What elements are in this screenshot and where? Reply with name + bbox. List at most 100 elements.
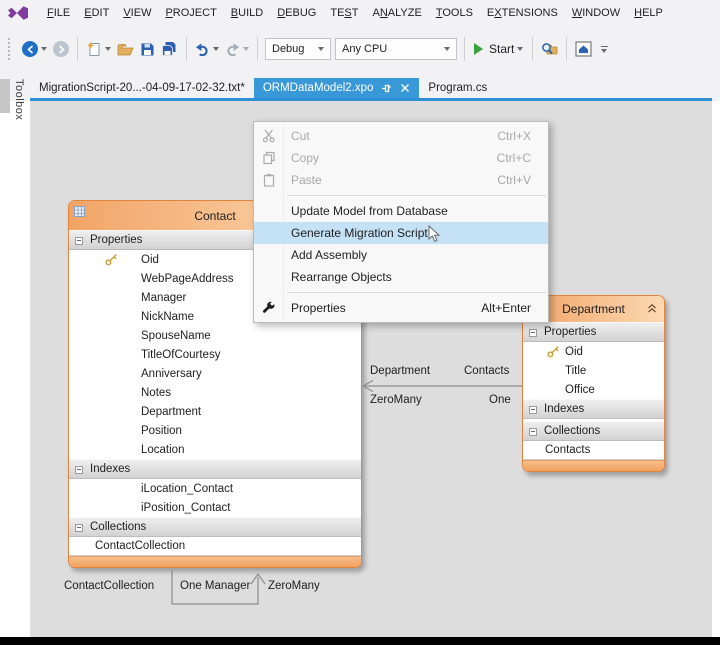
new-item-button[interactable] [83,37,114,61]
context-menu-item-paste[interactable]: Paste Ctrl+V [254,169,548,191]
menu-item-project[interactable]: PROJECT [158,7,223,19]
menu-item-help[interactable]: HELP [627,7,670,19]
context-menu-item-properties[interactable]: Properties Alt+Enter [254,297,548,319]
property-row[interactable]: Office [523,380,664,399]
standard-toolbar: Debug Any CPU Start [0,26,720,72]
solution-configuration-select[interactable]: Debug [265,38,331,60]
collapse-icon[interactable] [529,329,537,337]
property-row[interactable]: Notes [69,383,361,402]
menu-item-build[interactable]: BUILD [224,7,270,19]
toolbar-separator [257,37,258,61]
redo-dropdown-caret[interactable] [243,47,249,51]
section-header-indexes[interactable]: Indexes [523,399,664,419]
find-in-files-button[interactable] [538,37,561,61]
new-item-dropdown-caret[interactable] [105,47,111,51]
tab-ormdatamodel2[interactable]: ORMDataModel2.xpo [254,78,420,98]
toolbox-collapsed-tab[interactable]: Toolbox [0,79,30,137]
scissors-icon [262,129,276,143]
property-row[interactable]: Oid [523,342,664,361]
save-button[interactable] [137,37,158,61]
context-menu-item-update-model[interactable]: Update Model from Database [254,200,548,222]
start-debugging-button[interactable]: Start [470,37,527,61]
property-row[interactable]: Position [69,421,361,440]
save-icon [140,42,155,57]
collapse-icon[interactable] [529,406,537,414]
toolbar-overflow-button[interactable] [601,46,608,53]
property-row[interactable]: TitleOfCourtesy [69,345,361,364]
undo-dropdown-caret[interactable] [213,47,219,51]
menu-item-debug[interactable]: DEBUG [270,7,323,19]
self-association-multiplicity-label: ZeroMany [268,580,320,592]
mouse-cursor-icon [428,225,441,243]
menu-bar: FILE EDIT VIEW PROJECT BUILD DEBUG TEST … [0,0,720,26]
self-association-collection-label: ContactCollection [64,580,154,592]
tab-label: MigrationScript-20...-04-09-17-02-32.txt… [39,82,245,94]
property-row[interactable]: Title [523,361,664,380]
navigate-forward-button[interactable] [50,37,72,61]
undo-icon [195,42,210,56]
pin-icon[interactable] [381,83,392,94]
visual-studio-window: FILE EDIT VIEW PROJECT BUILD DEBUG TEST … [0,0,720,645]
save-all-button[interactable] [158,37,181,61]
collapse-icon[interactable] [75,466,83,474]
property-row[interactable]: Location [69,440,361,459]
section-header-properties[interactable]: Properties [523,322,664,342]
undo-button[interactable] [192,37,222,61]
toolbar-grip[interactable] [8,38,13,60]
close-icon[interactable] [400,83,410,93]
menu-item-analyze[interactable]: ANALYZE [365,7,428,19]
menu-item-extensions[interactable]: EXTENSIONS [480,7,565,19]
index-row[interactable]: iLocation_Contact [69,479,361,498]
toolbar-separator [77,37,78,61]
index-row[interactable]: iPosition_Contact [69,498,361,517]
entity-title: Department [562,302,625,316]
collapse-icon[interactable] [529,428,537,436]
context-menu-item-cut[interactable]: Cut Ctrl+X [254,125,548,147]
shortcut-label: Ctrl+C [497,151,531,165]
toolbox-tab-bar [0,79,10,113]
chevron-up-icon[interactable] [647,304,657,313]
navigate-back-button[interactable] [19,37,50,61]
window-bottom-edge [0,637,720,645]
menu-item-edit[interactable]: EDIT [77,7,116,19]
designer-area: Department Contacts ZeroMany One Contact… [0,101,720,637]
toolbar-separator [464,37,465,61]
menu-item-view[interactable]: VIEW [116,7,158,19]
open-file-button[interactable] [114,37,137,61]
context-menu-item-rearrange-objects[interactable]: Rearrange Objects [254,266,548,288]
collection-row[interactable]: ContactCollection [69,537,361,556]
property-row[interactable]: SpouseName [69,326,361,345]
entity-footer [69,556,361,567]
tab-migration-script[interactable]: MigrationScript-20...-04-09-17-02-32.txt… [30,78,254,98]
table-icon [74,206,85,217]
solution-platform-select[interactable]: Any CPU [335,38,457,60]
tab-label: ORMDataModel2.xpo [263,82,374,94]
document-tab-bar: MigrationScript-20...-04-09-17-02-32.txt… [0,72,720,101]
find-in-files-icon [541,41,558,57]
property-row[interactable]: Anniversary [69,364,361,383]
context-menu-item-copy[interactable]: Copy Ctrl+C [254,147,548,169]
menu-item-file[interactable]: FILE [40,7,77,19]
collection-row[interactable]: Contacts [523,441,664,460]
context-menu-item-generate-migration-script[interactable]: Generate Migration Script [254,222,548,244]
property-row[interactable]: Department [69,402,361,421]
menu-item-tools[interactable]: TOOLS [429,7,480,19]
back-dropdown-caret[interactable] [41,47,47,51]
section-header-indexes[interactable]: Indexes [69,459,361,479]
overflow-caret [601,49,607,53]
tab-program-cs[interactable]: Program.cs [419,78,496,98]
key-icon [105,253,118,266]
context-menu-item-add-assembly[interactable]: Add Assembly [254,244,548,266]
start-dropdown-caret[interactable] [517,47,523,51]
solution-explorer-button[interactable] [572,37,595,61]
menu-item-window[interactable]: WINDOW [565,7,627,19]
tab-label: Program.cs [428,82,487,94]
redo-button[interactable] [222,37,252,61]
configuration-caret [318,47,324,51]
collapse-icon[interactable] [75,237,83,245]
configuration-value: Debug [272,43,304,55]
section-header-collections[interactable]: Collections [69,517,361,537]
section-header-collections[interactable]: Collections [523,421,664,441]
menu-item-test[interactable]: TEST [323,7,365,19]
collapse-icon[interactable] [75,524,83,532]
